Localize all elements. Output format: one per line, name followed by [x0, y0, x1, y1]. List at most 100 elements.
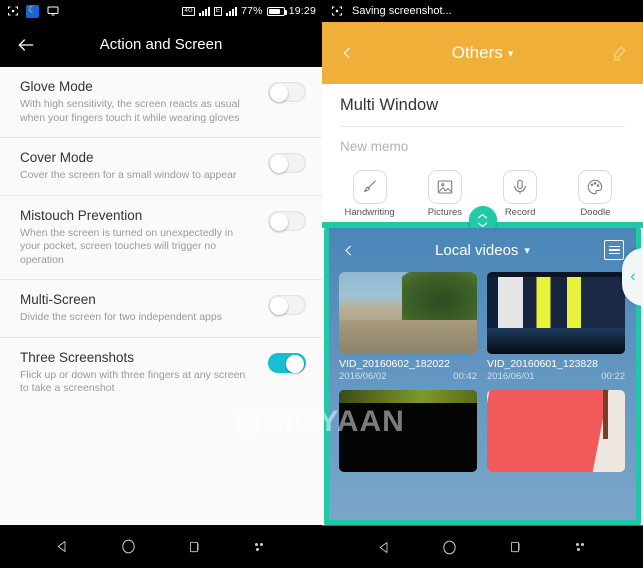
video-thumbnail — [339, 272, 477, 354]
setting-title: Cover Mode — [20, 150, 94, 165]
tool-label: Doodle — [580, 207, 611, 218]
setting-title: Mistouch Prevention — [20, 207, 143, 223]
video-app-header: Local videos ▾ — [329, 228, 636, 272]
back-arrow-icon[interactable] — [0, 22, 52, 67]
memo-title[interactable]: Multi Window — [340, 84, 625, 127]
battery-percent: 77% — [241, 5, 263, 17]
memo-body-placeholder[interactable]: New memo — [340, 127, 625, 168]
cast-screen-icon — [46, 5, 59, 18]
setting-row-mistouch-prevention[interactable]: Mistouch Prevention When the screen is t… — [0, 196, 322, 280]
left-app-bar: Action and Screen — [0, 22, 322, 67]
chevron-left-icon[interactable] — [336, 45, 358, 61]
notes-app-header: Others ▾ — [322, 22, 643, 84]
status-bar-right-indicators: 4G E 77% 19:29 — [182, 5, 316, 17]
pen-highlighter-icon[interactable] — [607, 45, 629, 62]
tool-doodle[interactable]: Doodle — [558, 170, 633, 218]
brush-icon — [352, 170, 387, 204]
back-triangle-icon[interactable] — [368, 530, 402, 564]
video-name: VID_20160602_182022 — [339, 358, 450, 370]
back-triangle-icon[interactable] — [46, 530, 80, 564]
setting-row-cover-mode[interactable]: Cover Mode Cover the screen for a small … — [0, 138, 322, 196]
setting-text: Multi-Screen Divide the screen for two i… — [20, 291, 268, 325]
chevron-left-icon — [630, 273, 635, 281]
tool-label: Handwriting — [344, 207, 395, 218]
setting-text: Cover Mode Cover the screen for a small … — [20, 149, 268, 183]
battery-icon — [266, 6, 287, 16]
network-label-1: 4G — [182, 6, 195, 16]
setting-text: Three Screenshots Flick up or down with … — [20, 349, 268, 396]
home-circle-icon[interactable] — [111, 530, 145, 564]
right-phone-multiwindow-screen: Saving screenshot... Others ▾ Multi Wind… — [322, 0, 643, 568]
screenshot-icon — [6, 5, 19, 18]
dual-phone-screenshot: ☾ 4G E 77% 19:29 Action and Screen Glove… — [0, 0, 643, 568]
toggle-knob — [270, 212, 288, 231]
palette-icon — [578, 170, 613, 204]
list-menu-icon[interactable] — [604, 240, 624, 260]
right-status-bar: Saving screenshot... — [322, 0, 643, 22]
setting-title: Glove Mode — [20, 79, 93, 94]
toggle-three-screenshots[interactable] — [268, 352, 306, 373]
recents-square-icon[interactable] — [498, 530, 532, 564]
local-videos-window: Local videos ▾ VID_20160602_182022 2016/… — [324, 228, 641, 525]
video-thumbnail — [487, 390, 625, 472]
toggle-knob — [270, 84, 288, 102]
status-bar-left-icons: ☾ — [6, 4, 59, 18]
saving-screenshot-text: Saving screenshot... — [352, 5, 452, 17]
chevron-down-icon: ▾ — [524, 244, 530, 257]
tool-label: Pictures — [427, 207, 463, 218]
video-item[interactable]: VID_20160602_182022 2016/06/02 00:42 — [339, 272, 477, 382]
toggle-cover-mode[interactable] — [268, 153, 306, 173]
setting-row-multi-screen[interactable]: Multi-Screen Divide the screen for two i… — [0, 280, 322, 338]
video-thumbnail — [339, 390, 477, 472]
signal-bars-sim2-icon — [226, 6, 238, 16]
notes-category-label: Others — [451, 43, 503, 62]
video-grid: VID_20160602_182022 2016/06/02 00:42 VID… — [329, 272, 636, 472]
setting-text: Mistouch Prevention When the screen is t… — [20, 207, 268, 268]
memo-editor: Multi Window New memo — [322, 84, 643, 168]
screenshot-icon — [330, 5, 343, 18]
video-date: 2016/06/01 — [487, 371, 535, 382]
setting-row-three-screenshots[interactable]: Three Screenshots Flick up or down with … — [0, 338, 322, 408]
video-item[interactable]: VID_20160601_123828 2016/06/01 00:22 — [487, 272, 625, 382]
left-navigation-bar — [0, 525, 322, 568]
network-label-2: E — [213, 6, 223, 16]
right-navigation-bar — [322, 525, 643, 568]
setting-description: Divide the screen for two independent ap… — [20, 311, 222, 323]
settings-list: Glove Mode With high sensitivity, the sc… — [0, 67, 322, 525]
video-duration: 00:42 — [453, 371, 477, 382]
chevron-down-icon: ▾ — [507, 47, 514, 60]
more-dots-icon[interactable] — [242, 530, 276, 564]
tool-handwriting[interactable]: Handwriting — [332, 170, 407, 218]
do-not-disturb-moon-icon: ☾ — [26, 4, 39, 18]
video-source-label: Local videos — [435, 241, 519, 259]
setting-title: Multi-Screen — [20, 292, 96, 307]
left-status-bar: ☾ 4G E 77% 19:29 — [0, 0, 322, 22]
setting-title: Three Screenshots — [20, 349, 135, 365]
more-dots-icon[interactable] — [563, 530, 597, 564]
video-item[interactable] — [339, 390, 477, 472]
video-meta: 2016/06/02 00:42 — [339, 371, 477, 382]
setting-description: With high sensitivity, the screen reacts… — [20, 98, 240, 124]
toggle-knob — [270, 155, 288, 173]
notes-category-title: Others ▾ — [322, 43, 643, 63]
setting-description: When the screen is turned on unexpectedl… — [20, 226, 234, 266]
video-meta: 2016/06/01 00:22 — [487, 371, 625, 382]
video-duration: 00:22 — [601, 371, 625, 382]
tool-label: Record — [504, 207, 536, 218]
toggle-knob — [286, 354, 304, 373]
recents-square-icon[interactable] — [177, 530, 211, 564]
setting-description: Cover the screen for a small window to a… — [20, 169, 237, 181]
setting-row-glove-mode[interactable]: Glove Mode With high sensitivity, the sc… — [0, 67, 322, 138]
chevron-left-icon[interactable] — [341, 243, 361, 258]
clock: 19:29 — [288, 5, 316, 17]
toggle-knob — [270, 297, 288, 315]
setting-description: Flick up or down with three fingers at a… — [20, 368, 246, 395]
setting-text: Glove Mode With high sensitivity, the sc… — [20, 78, 268, 125]
left-phone-settings-screen: ☾ 4G E 77% 19:29 Action and Screen Glove… — [0, 0, 322, 568]
toggle-glove-mode[interactable] — [268, 82, 306, 102]
toggle-multi-screen[interactable] — [268, 295, 306, 315]
video-item[interactable] — [487, 390, 625, 472]
video-source-title: Local videos ▾ — [329, 242, 636, 259]
home-circle-icon[interactable] — [433, 530, 467, 564]
toggle-mistouch-prevention[interactable] — [268, 210, 306, 231]
